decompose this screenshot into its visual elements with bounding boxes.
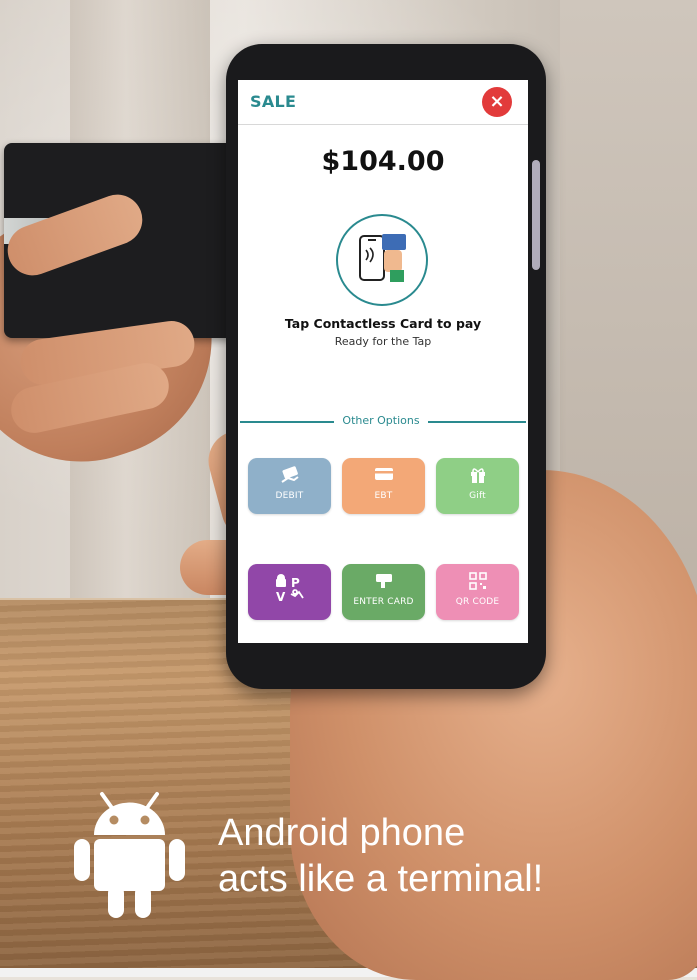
ebt-label: EBT [374,491,393,501]
tap-instruction: Tap Contactless Card to pay [284,316,482,331]
tagline-line-1: Android phone [218,812,466,854]
debit-button[interactable]: DEBIT [248,458,331,514]
tagline: Android phone acts like a terminal! [218,810,678,902]
qr-code-button[interactable]: QR CODE [436,564,519,620]
gift-icon [436,466,519,488]
other-options-divider: Other Options [238,414,528,430]
enter-card-icon [342,572,425,594]
wallets-button[interactable]: P V [248,564,331,620]
ebt-button[interactable]: EBT [342,458,425,514]
card-icon [342,466,425,486]
android-logo-icon [72,790,187,920]
enter-card-label: ENTER CARD [353,597,414,607]
gift-button[interactable]: Gift [436,458,519,514]
divider-line [428,421,526,423]
qr-code-icon [436,572,519,594]
close-icon: × [489,91,505,112]
page-title: SALE [250,92,297,111]
sale-amount: $104.00 [321,146,445,177]
qr-code-label: QR CODE [455,597,500,607]
app-header: SALE × [238,80,528,125]
divider-line [240,421,334,423]
svg-text:V: V [276,590,286,604]
wallets-icon: P V [248,570,331,607]
gift-label: Gift [469,491,486,501]
card-hand-icon [248,466,331,488]
other-options-label: Other Options [342,414,420,427]
phone-side-button [532,160,540,270]
close-button[interactable]: × [482,87,512,117]
phone-screen: SALE × $104.00 Tap Contactless Card to p… [238,80,528,643]
debit-label: DEBIT [275,491,304,501]
tap-status: Ready for the Tap [334,335,432,348]
enter-card-button[interactable]: ENTER CARD [342,564,425,620]
contactless-tap-icon [336,214,428,306]
tagline-line-2: acts like a terminal! [218,858,544,900]
svg-text:P: P [291,576,300,590]
